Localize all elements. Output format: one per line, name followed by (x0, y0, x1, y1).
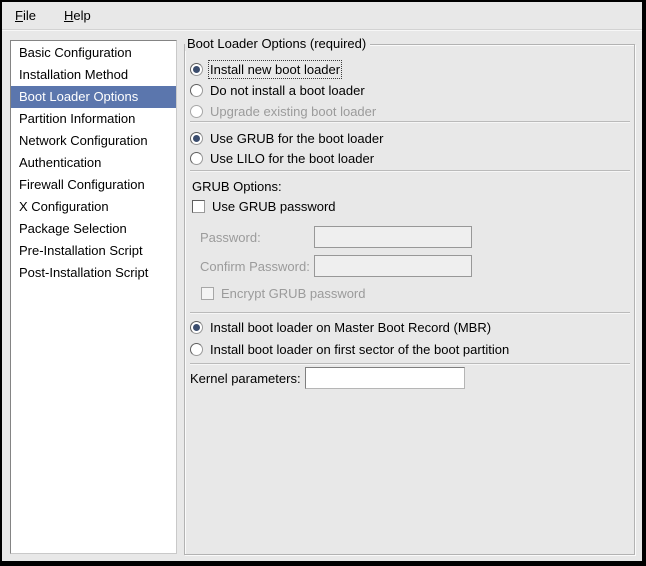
sidebar-item-boot-loader-options[interactable]: Boot Loader Options (11, 86, 176, 108)
radio-selected-icon (190, 63, 203, 76)
grub-options-label: GRUB Options: (192, 178, 282, 195)
confirm-password-input (314, 255, 472, 277)
checkbox-use-grub-password[interactable]: Use GRUB password (192, 198, 336, 215)
sidebar-item-post-installation-script[interactable]: Post-Installation Script (11, 262, 176, 284)
checkbox-encrypt-grub-password: Encrypt GRUB password (201, 285, 366, 302)
radio-install-on-mbr[interactable]: Install boot loader on Master Boot Recor… (190, 319, 491, 336)
separator (190, 170, 630, 172)
radio-unselected-icon (190, 84, 203, 97)
group-title: Boot Loader Options (required) (185, 36, 370, 51)
radio-use-lilo[interactable]: Use LILO for the boot loader (190, 150, 374, 167)
password-label: Password: (200, 229, 261, 246)
section-list: Basic Configuration Installation Method … (10, 40, 177, 554)
kickstart-configurator-window: File Help Basic Configuration Installati… (0, 0, 646, 566)
sidebar-item-firewall-configuration[interactable]: Firewall Configuration (11, 174, 176, 196)
sidebar-item-network-configuration[interactable]: Network Configuration (11, 130, 176, 152)
kernel-parameters-label: Kernel parameters: (190, 370, 301, 387)
sidebar-item-package-selection[interactable]: Package Selection (11, 218, 176, 240)
checkbox-label: Encrypt GRUB password (221, 286, 366, 301)
radio-use-grub[interactable]: Use GRUB for the boot loader (190, 130, 383, 147)
radio-disabled-icon (190, 105, 203, 118)
sidebar-item-installation-method[interactable]: Installation Method (11, 64, 176, 86)
boot-loader-options-group: Boot Loader Options (required) Install n… (184, 44, 635, 555)
menubar: File Help (2, 2, 642, 30)
checkbox-unchecked-icon (192, 200, 205, 213)
radio-install-on-first-sector[interactable]: Install boot loader on first sector of t… (190, 341, 509, 358)
radio-install-new-boot-loader[interactable]: Install new boot loader (190, 61, 340, 78)
sidebar-item-partition-information[interactable]: Partition Information (11, 108, 176, 130)
radio-unselected-icon (190, 152, 203, 165)
radio-label: Install boot loader on Master Boot Recor… (210, 320, 491, 335)
radio-label: Use GRUB for the boot loader (210, 131, 383, 146)
radio-upgrade-existing-boot-loader: Upgrade existing boot loader (190, 103, 376, 120)
radio-label: Use LILO for the boot loader (210, 151, 374, 166)
separator (190, 312, 630, 314)
radio-unselected-icon (190, 343, 203, 356)
radio-do-not-install-boot-loader[interactable]: Do not install a boot loader (190, 82, 365, 99)
checkbox-disabled-icon (201, 287, 214, 300)
radio-selected-icon (190, 132, 203, 145)
password-input (314, 226, 472, 248)
checkbox-label: Use GRUB password (212, 199, 336, 214)
sidebar-item-authentication[interactable]: Authentication (11, 152, 176, 174)
sidebar-item-pre-installation-script[interactable]: Pre-Installation Script (11, 240, 176, 262)
radio-label: Upgrade existing boot loader (210, 104, 376, 119)
radio-label: Install boot loader on first sector of t… (210, 342, 509, 357)
kernel-parameters-input[interactable] (305, 367, 465, 389)
separator (190, 363, 630, 365)
menu-help[interactable]: Help (57, 5, 98, 26)
radio-selected-icon (190, 321, 203, 334)
confirm-password-label: Confirm Password: (200, 258, 310, 275)
sidebar-item-x-configuration[interactable]: X Configuration (11, 196, 176, 218)
radio-label: Install new boot loader (210, 62, 340, 77)
menu-file[interactable]: File (8, 5, 43, 26)
sidebar-item-basic-configuration[interactable]: Basic Configuration (11, 42, 176, 64)
radio-label: Do not install a boot loader (210, 83, 365, 98)
separator (190, 121, 630, 123)
